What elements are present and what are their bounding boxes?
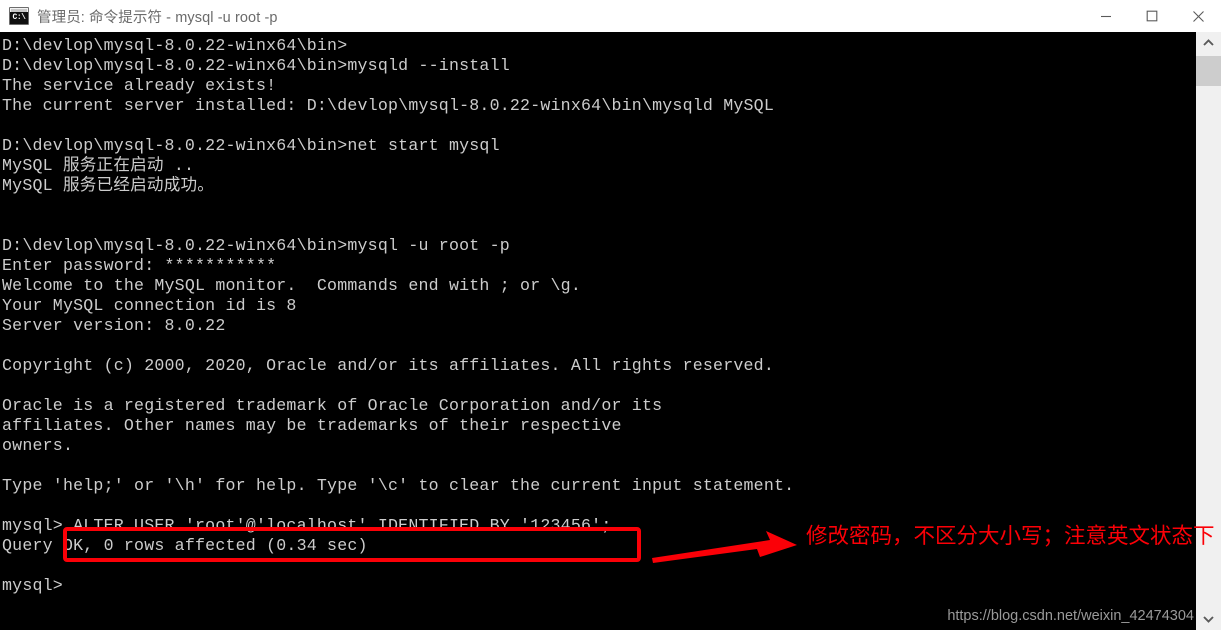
console-text: D:\devlop\mysql-8.0.22-winx64\bin> D:\de… — [2, 36, 795, 595]
scroll-down-arrow-icon[interactable] — [1196, 608, 1221, 630]
close-button[interactable] — [1175, 0, 1221, 32]
scroll-thumb[interactable] — [1196, 56, 1221, 86]
minimize-button[interactable] — [1083, 0, 1129, 32]
console-icon-glyph: C:\ — [10, 12, 28, 24]
window-title-bar[interactable]: C:\ 管理员: 命令提示符 - mysql -u root -p — [0, 0, 1221, 33]
console-output-area[interactable]: D:\devlop\mysql-8.0.22-winx64\bin> D:\de… — [0, 32, 1196, 630]
vertical-scrollbar[interactable] — [1196, 32, 1221, 630]
window-title-text: 管理员: 命令提示符 - mysql -u root -p — [37, 9, 278, 26]
maximize-button[interactable] — [1129, 0, 1175, 32]
watermark-text: https://blog.csdn.net/weixin_42474304 — [947, 608, 1194, 624]
window-controls — [1083, 0, 1221, 32]
command-prompt-window: C:\ 管理员: 命令提示符 - mysql -u root -p D:\dev… — [0, 0, 1221, 630]
scroll-up-arrow-icon[interactable] — [1196, 32, 1221, 54]
scrollbar-track[interactable] — [1196, 54, 1221, 608]
console-icon: C:\ — [9, 7, 29, 25]
